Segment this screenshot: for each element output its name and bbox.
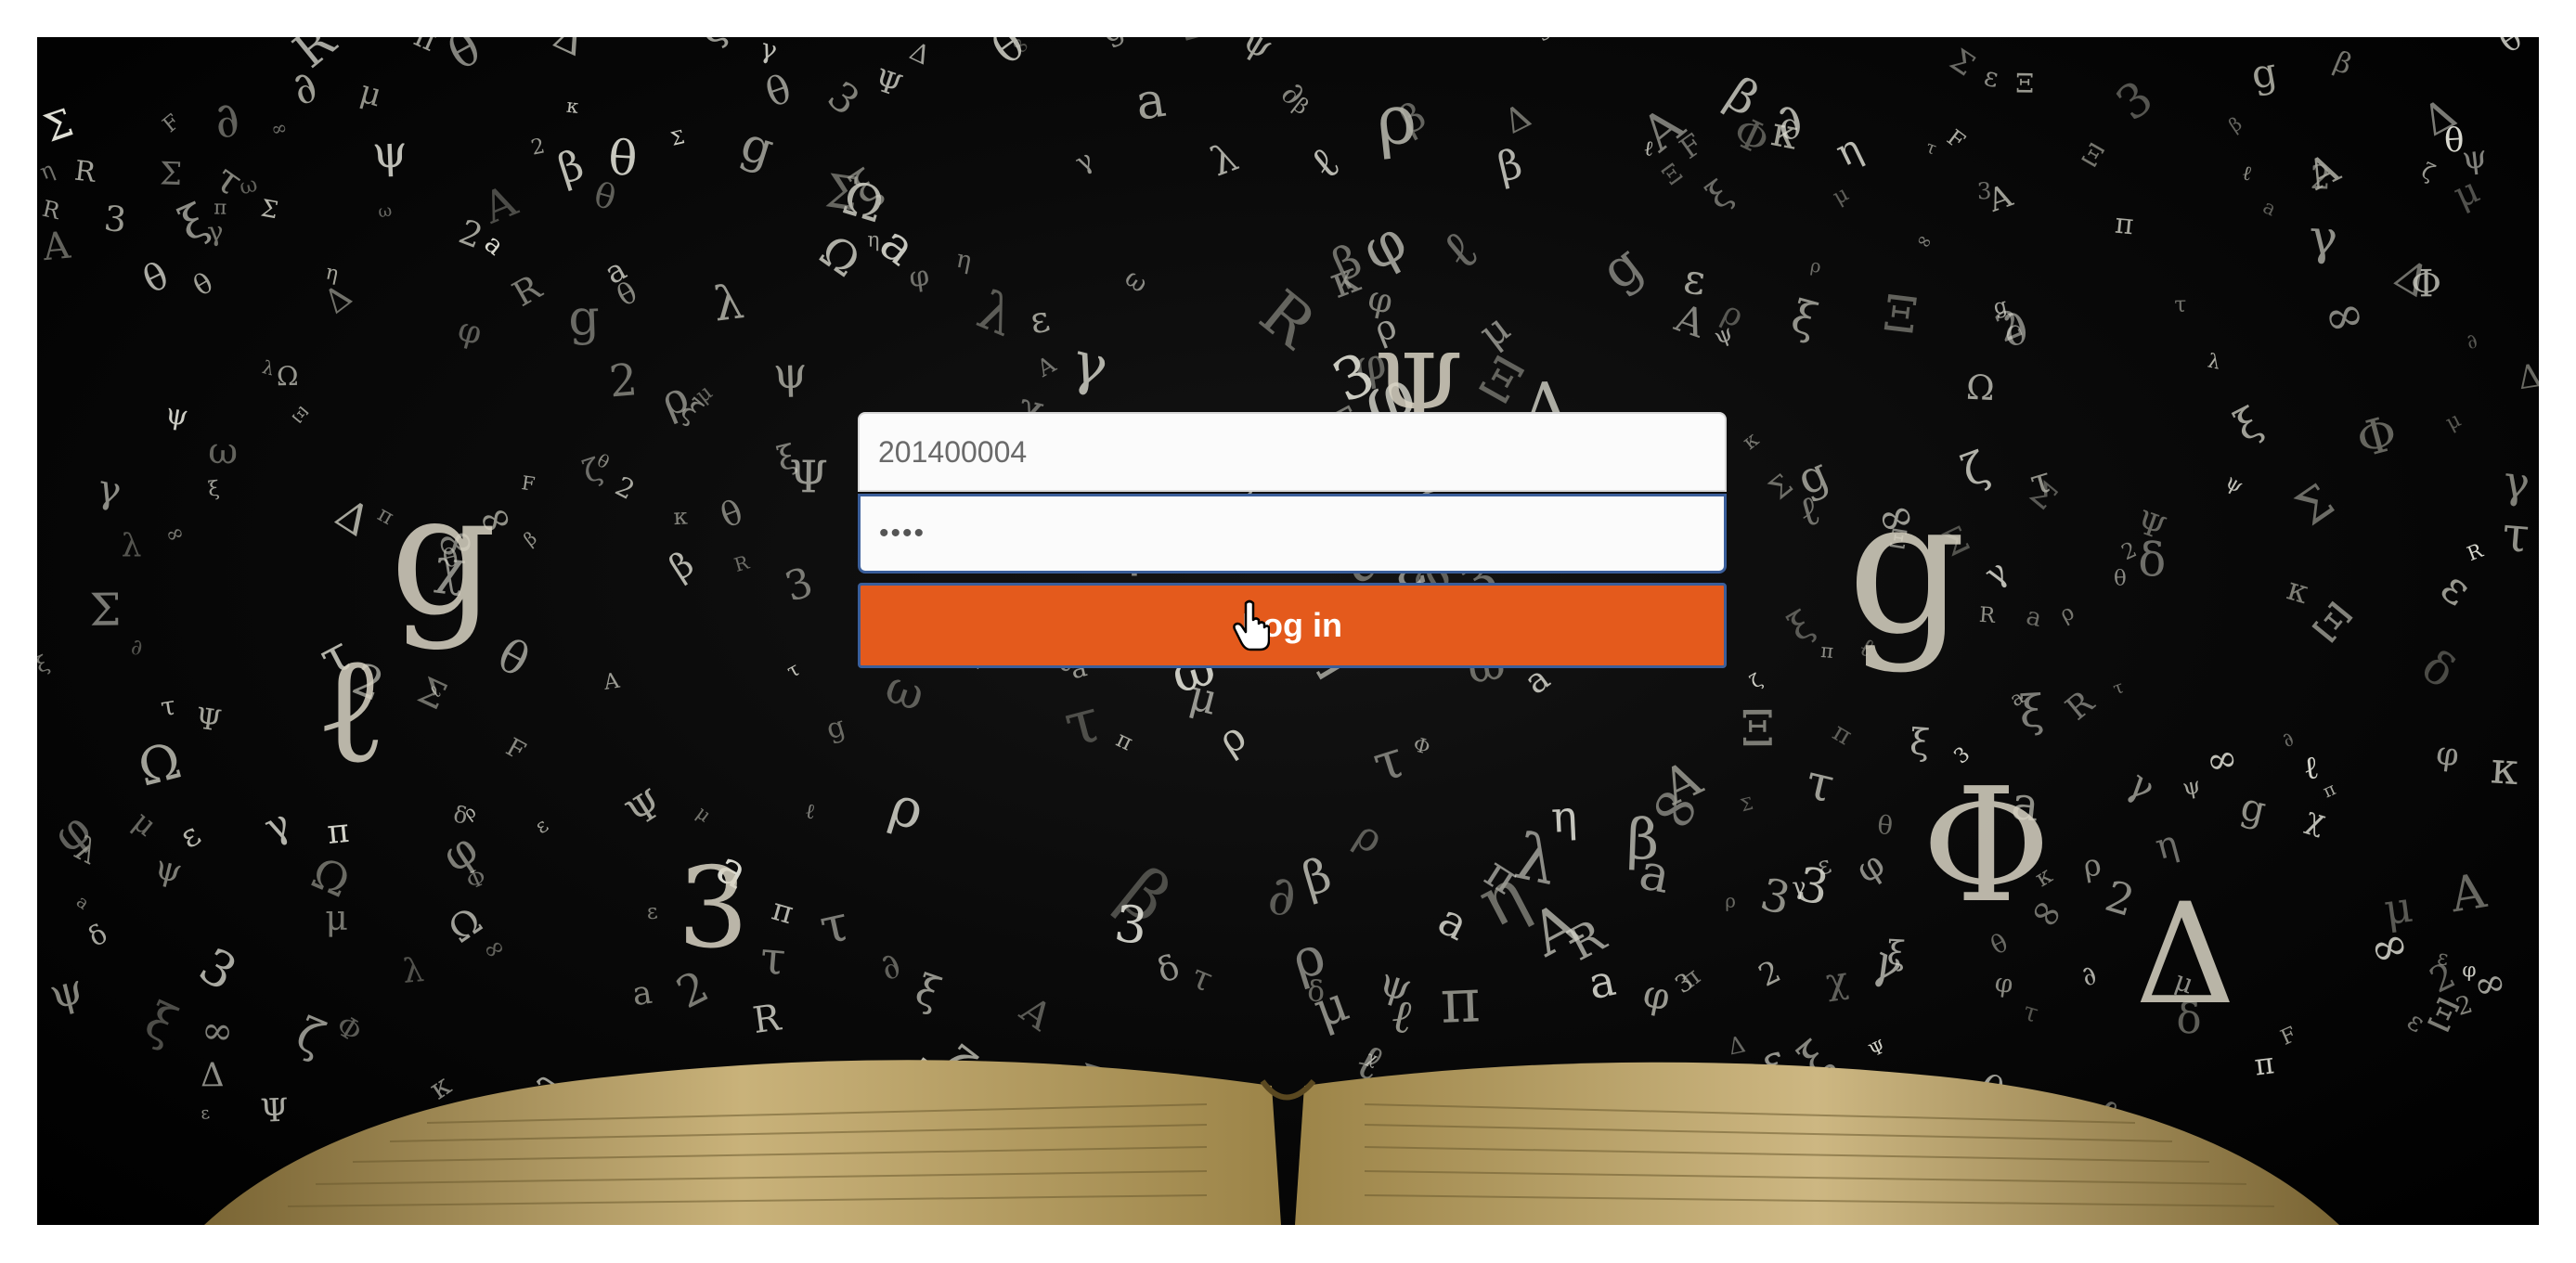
login-button[interactable]: Log in xyxy=(858,583,1727,668)
login-form: 201400004 •••• Log in xyxy=(858,412,1727,674)
password-input[interactable]: •••• xyxy=(858,494,1727,574)
username-input[interactable]: 201400004 xyxy=(858,412,1727,492)
login-page: FλξψψξaΞΞΨaτΞΨτπΣRωξπγℓℓ3aγφφεπθεθρπβΩβ∞… xyxy=(37,37,2539,1225)
